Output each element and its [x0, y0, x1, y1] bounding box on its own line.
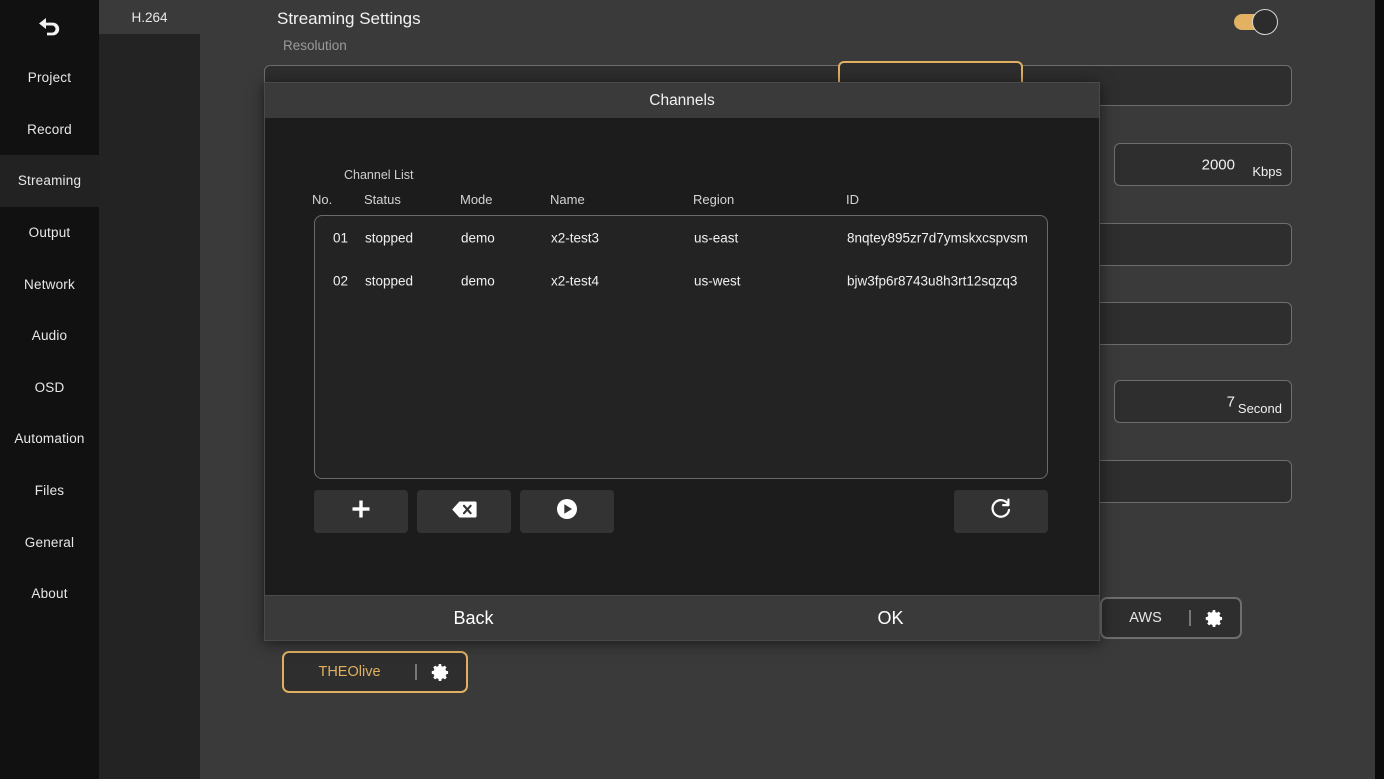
- bitrate-value: 2000: [1201, 156, 1235, 173]
- channel-toolbar: [265, 490, 1099, 538]
- dialog-title: Channels: [649, 91, 715, 109]
- keyframe-field[interactable]: 7 Second: [1114, 380, 1292, 423]
- backspace-delete-icon: [451, 500, 477, 524]
- codec-subpanel: H.264: [99, 0, 200, 779]
- back-button[interactable]: Back: [265, 596, 682, 640]
- sidebar-nav: Project Record Streaming Output Network Audio…: [0, 52, 99, 620]
- cell-region: us-east: [694, 230, 739, 245]
- toggle-knob: [1252, 9, 1278, 35]
- theolive-chip[interactable]: THEOlive: [282, 651, 468, 693]
- column-header-id: ID: [846, 192, 859, 207]
- cell-no: 01: [333, 230, 349, 245]
- cell-mode: demo: [461, 273, 495, 288]
- cell-name: x2-test3: [551, 230, 600, 245]
- theolive-chip-label: THEOlive: [318, 664, 381, 680]
- bitrate-field[interactable]: 2000 Kbps: [1114, 143, 1292, 186]
- dialog-footer: Back OK: [265, 595, 1099, 640]
- left-sidebar: Project Record Streaming Output Network Audio…: [0, 0, 99, 779]
- column-header-mode: Mode: [460, 192, 493, 207]
- keyframe-value: 7: [1226, 393, 1235, 410]
- cell-region: us-west: [694, 273, 741, 288]
- play-icon: [556, 498, 578, 525]
- gear-icon[interactable]: [431, 663, 450, 682]
- sidebar-item-project[interactable]: Project: [0, 52, 99, 104]
- column-header-no: No.: [312, 192, 333, 207]
- sidebar-item-automation[interactable]: Automation: [0, 413, 99, 465]
- channel-list-label: Channel List: [344, 168, 414, 182]
- app-window: Project Record Streaming Output Network Audio…: [0, 0, 1384, 779]
- aws-chip-label: AWS: [1129, 610, 1162, 626]
- keyframe-unit: Second: [1237, 401, 1282, 416]
- plus-icon: [350, 498, 372, 525]
- ok-button[interactable]: OK: [682, 596, 1099, 640]
- cell-mode: demo: [461, 230, 495, 245]
- sidebar-item-files[interactable]: Files: [0, 465, 99, 517]
- channel-list-panel[interactable]: 01 stopped demo x2-test3 us-east 8nqtey895zr7…: [314, 215, 1048, 479]
- cell-status: stopped: [365, 230, 414, 245]
- cell-no: 02: [333, 273, 349, 288]
- add-channel-button[interactable]: [314, 490, 408, 533]
- resolution-label: Resolution: [283, 38, 347, 53]
- channels-dialog: Channels Channel List No. Status Mode Name R…: [264, 82, 1100, 641]
- aws-chip[interactable]: AWS: [1100, 597, 1242, 639]
- channel-rows: 01 stopped demo x2-test3 us-east 8nqtey895zr7…: [315, 216, 1047, 302]
- sidebar-item-output[interactable]: Output: [0, 207, 99, 259]
- streaming-enable-toggle[interactable]: [1234, 9, 1278, 35]
- column-header-region: Region: [693, 192, 735, 207]
- dialog-titlebar: Channels: [265, 83, 1099, 118]
- start-channel-button[interactable]: [520, 490, 614, 533]
- sidebar-item-audio[interactable]: Audio: [0, 310, 99, 362]
- sidebar-item-streaming[interactable]: Streaming: [0, 155, 99, 207]
- back-button[interactable]: [0, 0, 99, 52]
- delete-channel-button[interactable]: [417, 490, 511, 533]
- page-title: Streaming Settings: [277, 9, 421, 28]
- gear-icon[interactable]: [1205, 609, 1224, 628]
- channel-table-header: No. Status Mode Name Region ID: [265, 192, 1099, 212]
- dialog-body: Channel List No. Status Mode Name Region ID 0…: [265, 118, 1099, 589]
- cell-id: bjw3fp6r8743u8h3rt12sqzq3: [847, 273, 1018, 288]
- cell-id: 8nqtey895zr7d7ymskxcspvsm: [847, 230, 1028, 245]
- column-header-name: Name: [550, 192, 585, 207]
- refresh-icon: [990, 498, 1012, 525]
- cell-status: stopped: [365, 273, 414, 288]
- column-header-status: Status: [364, 192, 401, 207]
- back-arrow-icon: [35, 15, 65, 37]
- sidebar-item-about[interactable]: About: [0, 568, 99, 620]
- cell-name: x2-test4: [551, 273, 600, 288]
- chip-divider: [1189, 610, 1191, 626]
- sidebar-item-network[interactable]: Network: [0, 258, 99, 310]
- right-rail: [1375, 0, 1384, 779]
- sidebar-item-general[interactable]: General: [0, 516, 99, 568]
- bitrate-unit: Kbps: [1252, 164, 1282, 179]
- sidebar-item-osd[interactable]: OSD: [0, 362, 99, 414]
- sidebar-item-record[interactable]: Record: [0, 104, 99, 156]
- tab-h264[interactable]: H.264: [99, 0, 200, 34]
- table-row[interactable]: 01 stopped demo x2-test3 us-east 8nqtey895zr7…: [315, 216, 1047, 259]
- chip-divider: [415, 664, 417, 680]
- table-row[interactable]: 02 stopped demo x2-test4 us-west bjw3fp6r8743…: [315, 259, 1047, 302]
- refresh-channels-button[interactable]: [954, 490, 1048, 533]
